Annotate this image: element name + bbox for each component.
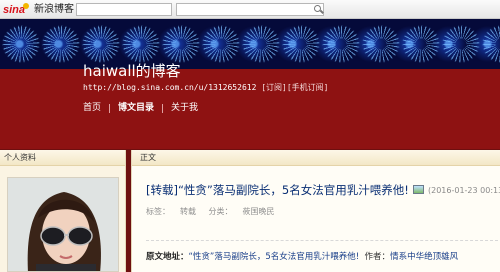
firework-orb-decoration bbox=[242, 21, 280, 67]
search-input[interactable] bbox=[176, 3, 324, 16]
original-link[interactable]: “性贪”落马副院长，5名女法官用乳汁喂养他! bbox=[189, 252, 360, 262]
author-label: 作者： bbox=[364, 252, 391, 262]
firework-orb-decoration bbox=[82, 21, 120, 67]
nav-divider bbox=[109, 103, 111, 113]
post-title[interactable]: [转载]“性贪”落马副院长，5名女法官用乳汁喂养他! bbox=[146, 183, 409, 198]
firework-orb-decoration bbox=[162, 21, 200, 67]
author-link[interactable]: 情系中华绝顶雄风 bbox=[390, 252, 458, 262]
blog-banner bbox=[0, 19, 500, 69]
original-source-row: 原文地址：“性贪”落马副院长，5名女法官用乳汁喂养他! 作者：情系中华绝顶雄风 bbox=[146, 252, 458, 263]
blog-url[interactable]: http://blog.sina.com.cn/u/1312652612 bbox=[83, 83, 256, 92]
main-content: 正文 [转载]“性贪”落马副院长，5名女法官用乳汁喂养他! (2016-01-2… bbox=[131, 150, 500, 272]
firework-orb-decoration bbox=[442, 21, 480, 67]
original-label: 原文地址： bbox=[146, 252, 189, 262]
sina-toolbar: sina 新浪博客 bbox=[0, 0, 500, 19]
tag-label: 标签： bbox=[146, 207, 170, 216]
search-icon[interactable] bbox=[314, 5, 321, 12]
post-date: (2016-01-23 00:13:58 bbox=[428, 186, 500, 195]
nav-home[interactable]: 首页 bbox=[83, 102, 101, 114]
sina-blog-brand-link[interactable]: 新浪博客 bbox=[34, 3, 74, 16]
blog-header bbox=[0, 69, 500, 149]
sina-logo[interactable]: sina bbox=[3, 3, 33, 16]
mobile-subscribe-link[interactable]: [手机订阅] bbox=[287, 83, 329, 92]
firework-orb-decoration bbox=[2, 21, 40, 67]
category-link[interactable]: 莜国晚民 bbox=[243, 207, 275, 216]
content-heading: 正文 bbox=[132, 150, 500, 166]
avatar-portrait-icon bbox=[8, 178, 118, 271]
tag-link[interactable]: 转载 bbox=[180, 207, 196, 216]
image-icon bbox=[413, 185, 424, 194]
firework-orb-decoration bbox=[42, 21, 80, 67]
subscribe-link[interactable]: [订阅] bbox=[261, 83, 287, 92]
divider bbox=[146, 240, 498, 241]
blog-title[interactable]: haiwall的博客 bbox=[83, 62, 181, 80]
firework-orb-decoration bbox=[482, 21, 500, 67]
firework-orb-decoration bbox=[282, 21, 320, 67]
category-label: 分类： bbox=[208, 207, 233, 216]
firework-orb-decoration bbox=[122, 21, 160, 67]
post-meta: 标签： 转载 分类： 莜国晚民 bbox=[146, 207, 285, 217]
sidebar-profile: 个人资料 bbox=[0, 150, 126, 272]
blog-nav: 首页 博文目录 关于我 bbox=[83, 102, 198, 114]
sina-eye-icon bbox=[23, 3, 30, 9]
nav-article-list[interactable]: 博文目录 bbox=[118, 102, 154, 114]
firework-orb-decoration bbox=[362, 21, 400, 67]
blog-url-line: http://blog.sina.com.cn/u/1312652612 [订阅… bbox=[83, 83, 329, 93]
firework-orb-decoration bbox=[402, 21, 440, 67]
firework-orb-decoration bbox=[202, 21, 240, 67]
profile-heading: 个人资料 bbox=[0, 150, 125, 166]
nav-about[interactable]: 关于我 bbox=[171, 102, 198, 114]
toolbar-nav-input[interactable] bbox=[76, 3, 172, 16]
firework-orb-decoration bbox=[322, 21, 360, 67]
profile-avatar[interactable] bbox=[7, 177, 119, 272]
nav-divider bbox=[162, 103, 164, 113]
